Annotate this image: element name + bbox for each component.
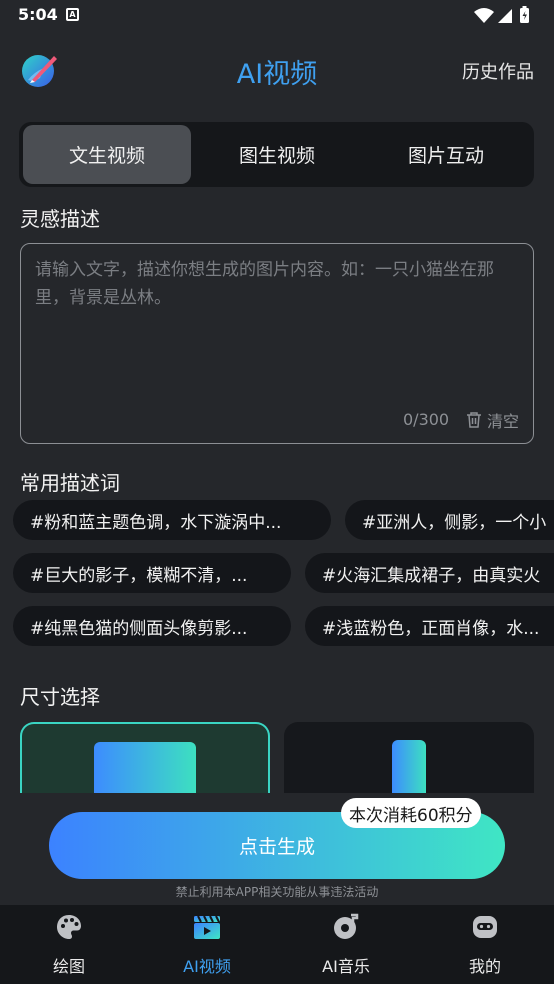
- nav-item-ai-video[interactable]: AI视频: [152, 905, 262, 984]
- bottom-nav: 绘图 AI视频 AI音乐 我的: [0, 905, 554, 984]
- nav-label: AI视频: [183, 957, 231, 976]
- nav-item-draw[interactable]: 绘图: [14, 905, 124, 984]
- status-icons: [474, 6, 529, 23]
- nav-label: 我的: [468, 957, 501, 976]
- inspiration-title: 灵感描述: [20, 207, 100, 231]
- tab-image-to-video[interactable]: 图生视频: [193, 125, 361, 184]
- ratio-thumbnail: [94, 742, 196, 794]
- disclaimer-text: 禁止利用本APP相关功能从事违法活动: [175, 885, 379, 899]
- history-works-link[interactable]: 历史作品: [462, 58, 534, 84]
- tab-image-interaction[interactable]: 图片互动: [362, 125, 530, 184]
- prompt-input[interactable]: 请输入文字，描述你想生成的图片内容。如：一只小猫坐在那里，背景是丛林。 0/30…: [20, 243, 534, 444]
- robot-face-icon: [473, 916, 497, 938]
- keyword-chip[interactable]: #浅蓝粉色，正面肖像，水...: [305, 606, 554, 646]
- prompt-placeholder: 请输入文字，描述你想生成的图片内容。如：一只小猫坐在那里，背景是丛林。: [35, 260, 494, 308]
- notification-icon: A: [66, 8, 79, 21]
- status-bar: 5:04 A: [0, 0, 554, 30]
- keyword-chip[interactable]: #粉和蓝主题色调，水下漩涡中...: [13, 500, 331, 540]
- size-card-portrait[interactable]: [284, 722, 534, 794]
- clear-button[interactable]: 清空: [465, 408, 519, 432]
- mode-tabs: 文生视频 图生视频 图片互动: [19, 122, 534, 187]
- nav-item-mine[interactable]: 我的: [430, 905, 540, 984]
- char-count: 0/300: [403, 410, 450, 429]
- clear-label: 清空: [487, 412, 520, 431]
- size-title: 尺寸选择: [20, 685, 100, 709]
- keyword-chip[interactable]: #纯黑色猫的侧面头像剪影...: [13, 606, 291, 646]
- nav-item-ai-music[interactable]: AI音乐: [291, 905, 401, 984]
- trash-icon: [467, 412, 481, 428]
- keyword-chip[interactable]: #亚洲人，侧影，一个小: [345, 500, 554, 540]
- keyword-chip[interactable]: #火海汇集成裙子，由真实火: [305, 553, 554, 593]
- music-disc-icon: [334, 913, 359, 939]
- wifi-icon: [474, 8, 494, 23]
- palette-icon: [57, 915, 81, 939]
- signal-icon: [498, 9, 512, 23]
- clapperboard-icon: [194, 915, 220, 939]
- keyword-chip[interactable]: #巨大的影子，模糊不清，...: [13, 553, 291, 593]
- nav-label: 绘图: [52, 957, 85, 976]
- cost-badge: 本次消耗60积分: [341, 798, 481, 828]
- keywords-title: 常用描述词: [20, 471, 120, 495]
- tab-text-to-video[interactable]: 文生视频: [23, 125, 191, 184]
- ratio-thumbnail: [392, 740, 426, 794]
- nav-label: AI音乐: [322, 957, 370, 976]
- status-time: 5:04: [18, 5, 58, 24]
- size-card-landscape[interactable]: [20, 722, 270, 794]
